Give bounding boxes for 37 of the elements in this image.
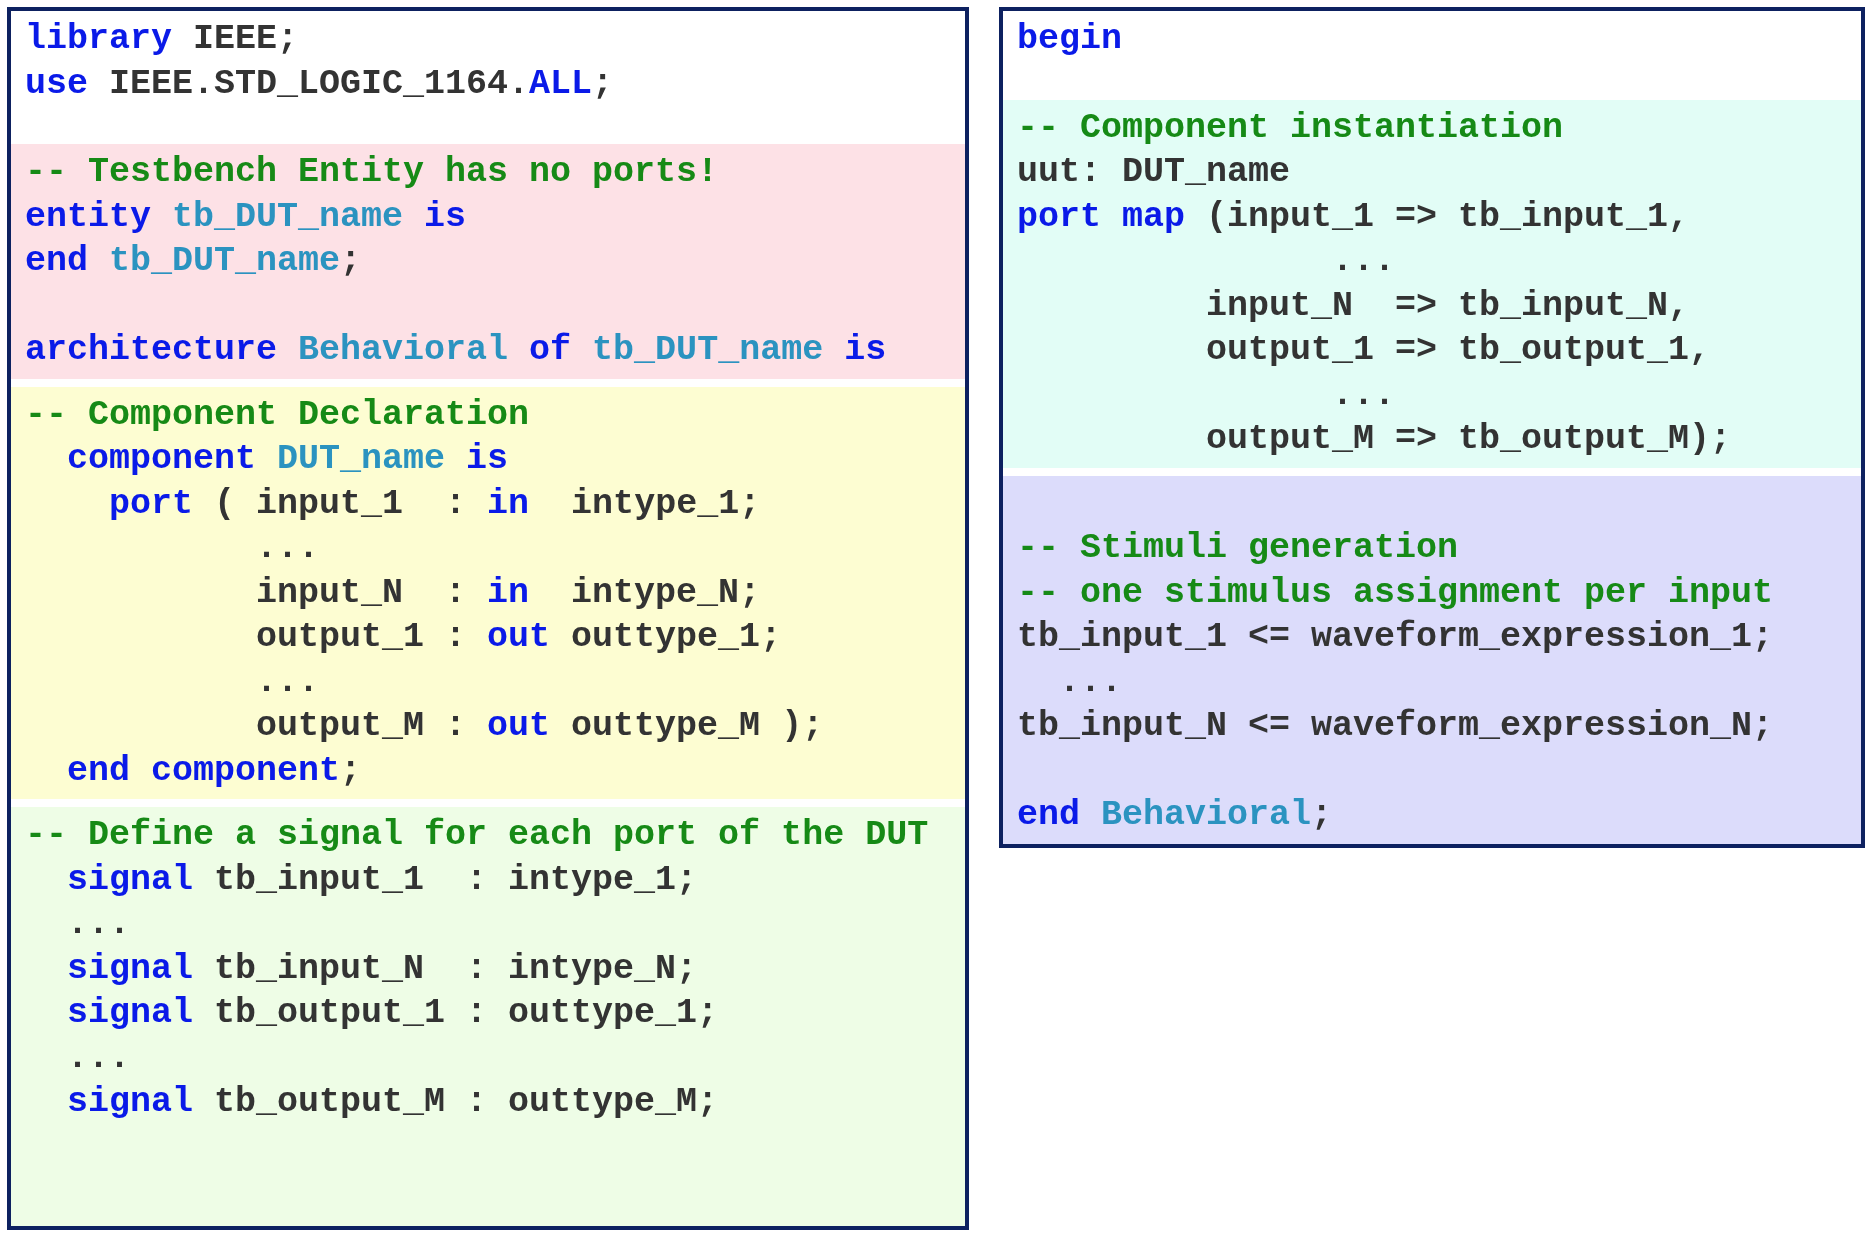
code-line: -- Stimuli generation — [1017, 527, 1459, 570]
code-line: use IEEE.STD_LOGIC_1164.ALL; — [25, 62, 614, 106]
code-line: port ( input_1 : in intype_1; — [108, 482, 761, 526]
code-line: ... — [255, 660, 320, 704]
code-line: -- Define a signal for each port of the DUT — [25, 814, 929, 857]
code-line: -- Testbench Entity has no ports! — [25, 151, 719, 194]
code-line: uut: DUT_name — [1017, 151, 1291, 194]
code-line: ... — [1331, 240, 1396, 283]
code-line: -- one stimulus assignment per input — [1017, 571, 1774, 615]
code-line: output_1 : out outtype_1; — [255, 616, 782, 659]
code-line: signal tb_output_M : outtype_M; — [66, 1081, 719, 1124]
code-line: ... — [1331, 373, 1396, 417]
code-line: ... — [1058, 660, 1123, 704]
code-line: end tb_DUT_name; — [25, 240, 362, 283]
code-line: port map (input_1 => tb_input_1, — [1017, 195, 1690, 239]
code-line: end Behavioral; — [1017, 794, 1333, 837]
code-line: component DUT_name is — [66, 438, 509, 481]
code-line: input_N : in intype_N; — [255, 571, 761, 615]
code-line: output_M => tb_output_M); — [1205, 418, 1732, 461]
code-line: begin — [1017, 18, 1123, 61]
code-line: input_N => tb_input_N, — [1205, 284, 1690, 328]
code-line: library IEEE; — [25, 18, 299, 61]
code-line: tb_input_N <= waveform_expression_N; — [1017, 705, 1774, 748]
code-line: -- Component instantiation — [1017, 106, 1564, 150]
code-line: ... — [66, 903, 131, 946]
code-line: output_M : out outtype_M ); — [255, 705, 824, 748]
code-line: ... — [66, 1036, 131, 1080]
code-line: end component; — [66, 749, 362, 793]
code-line: signal tb_input_N : intype_N; — [66, 947, 698, 991]
code-line: output_1 => tb_output_1, — [1205, 329, 1711, 372]
code-line: -- Component Declaration — [25, 393, 530, 437]
code-line: entity tb_DUT_name is — [25, 195, 467, 239]
code-line: signal tb_input_1 : intype_1; — [66, 858, 698, 902]
code-line: ... — [255, 527, 320, 570]
code-line: architecture Behavioral of tb_DUT_name is — [25, 329, 887, 372]
code-line: signal tb_output_1 : outtype_1; — [66, 992, 719, 1035]
code-line: tb_input_1 <= waveform_expression_1; — [1017, 616, 1774, 659]
